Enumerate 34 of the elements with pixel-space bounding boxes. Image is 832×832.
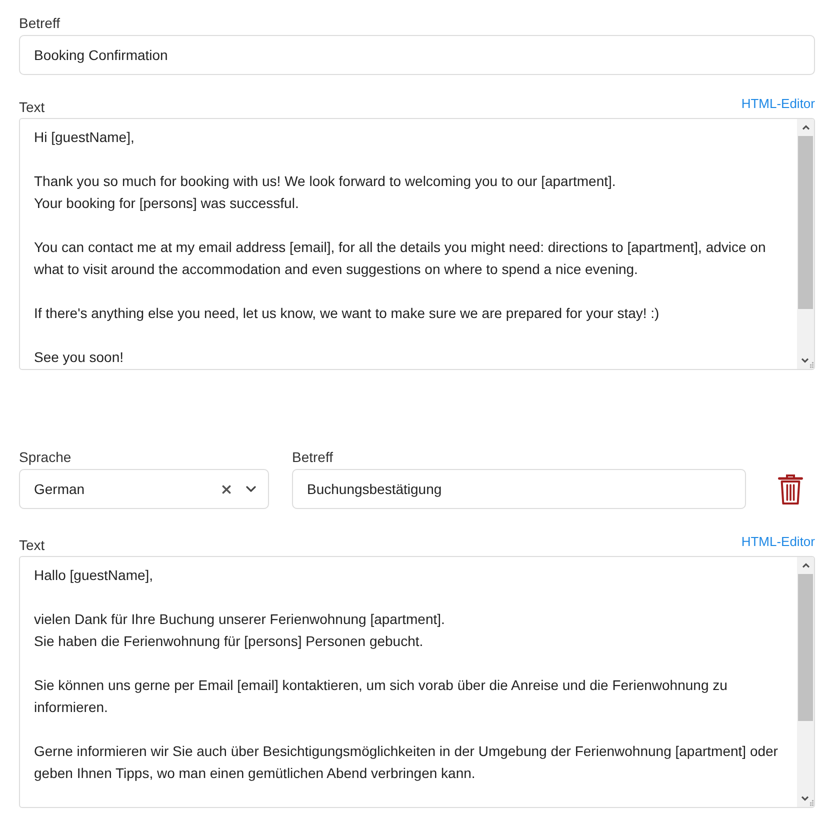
scrollbar-thumb[interactable] — [798, 136, 813, 309]
scrollbar-thumb[interactable] — [798, 574, 813, 721]
chevron-down-icon[interactable] — [801, 358, 809, 363]
language-select[interactable]: German — [19, 469, 269, 509]
message-paragraph: Gerne informieren wir Sie auch über Besichtigungsmöglichkeiten in der Umgebung der Ferienwohnung [apartment] oder geben Ihnen Tipps, wo man einen gemütlichen Abend verbringen kann. — [34, 742, 779, 783]
text-area[interactable] — [19, 556, 815, 808]
subject-input[interactable]: Booking Confirmation — [19, 35, 815, 75]
message-paragraph: Hallo [guestName], — [34, 566, 154, 585]
field-label: Betreff — [292, 448, 334, 466]
message-paragraph: vielen Dank für Ihre Buchung unserer Ferienwohnung [apartment]. Sie haben die Ferienwohnung für [persons] Personen gebucht. — [34, 610, 446, 651]
message-paragraph: See you soon! — [34, 348, 125, 367]
chevron-up-icon[interactable] — [802, 563, 810, 568]
scrollbar[interactable] — [797, 557, 814, 807]
message-paragraph: Thank you so much for booking with us! We look forward to welcoming you to our [apartment]. Your booking for [persons] was successful. — [34, 172, 617, 213]
field-label: Sprache — [19, 448, 72, 466]
message-paragraph: If there's anything else you need, let us know, we want to make sure we are prepared for your stay! :) — [34, 304, 660, 323]
field-label: Text — [19, 98, 45, 116]
resize-grip-icon[interactable] — [810, 362, 814, 368]
field-label: Betreff — [19, 14, 61, 32]
html-editor-link[interactable]: HTML-Editor — [741, 534, 815, 550]
resize-grip-icon[interactable] — [810, 800, 814, 806]
text-area[interactable] — [19, 118, 815, 370]
scrollbar[interactable] — [797, 119, 814, 369]
message-paragraph: Sie können uns gerne per Email [email] kontaktieren, um sich vorab über die Anreise und die Ferienwohnung zu informieren. — [34, 676, 728, 717]
chevron-up-icon[interactable] — [802, 125, 810, 130]
message-paragraph: Hi [guestName], — [34, 128, 136, 147]
clear-icon[interactable] — [222, 484, 231, 494]
html-editor-link[interactable]: HTML-Editor — [741, 96, 815, 112]
message-paragraph: You can contact me at my email address [email], for all the details you might need: directions to [apartment], advice on what to visit around the accommodation and even suggestions on where to spend a nice evening. — [34, 238, 767, 279]
chevron-down-icon[interactable] — [801, 796, 809, 801]
trash-icon[interactable] — [778, 474, 803, 504]
chevron-down-icon[interactable] — [246, 486, 256, 492]
field-label: Text — [19, 536, 45, 554]
subject-input[interactable]: Buchungsbestätigung — [292, 469, 746, 509]
